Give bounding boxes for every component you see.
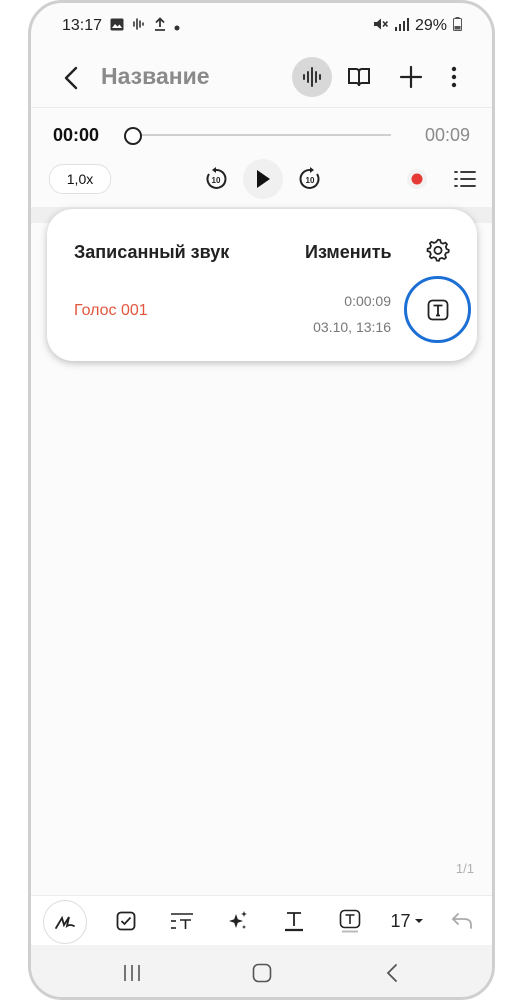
status-bar: 13:17 29% [31,3,492,51]
recording-duration: 0:00:09 [344,293,391,309]
home-button[interactable] [247,960,277,986]
note-title[interactable]: Название [101,63,210,90]
plus-icon [399,65,423,89]
status-right: 29% [373,17,462,35]
playback-speed-button[interactable]: 1,0x [49,164,111,194]
mute-icon [373,17,389,35]
editor-toolbar: 17 [31,895,492,946]
gallery-notification-icon [110,18,124,35]
status-left: 13:17 [62,17,180,35]
signal-icon [394,17,409,35]
voice-notification-icon [132,17,146,35]
more-notifications-dot-icon [174,18,180,35]
battery-percent: 29% [414,17,447,34]
font-size-value: 17 [390,910,411,931]
recents-icon [124,965,140,981]
rewind-seconds: 10 [212,176,221,185]
edit-button[interactable]: Изменить [305,242,392,263]
recent-apps-button[interactable] [117,960,147,986]
text-style-icon [171,913,193,929]
ai-assist-button[interactable] [217,900,259,942]
current-time: 00:00 [53,125,100,145]
forward-10-icon: 10 [299,167,320,189]
book-icon [348,68,370,87]
play-button[interactable] [243,159,283,199]
battery-icon [453,17,462,35]
chevron-down-icon [414,919,423,923]
pen-mode-button[interactable] [43,900,87,944]
progress-track[interactable] [127,134,391,136]
system-nav-bar [31,945,492,997]
popup-title: Записанный звук [74,242,230,262]
recording-date: 03.10, 13:16 [313,319,391,335]
audio-player: 00:00 00:09 1,0x 10 10 [31,109,492,205]
settings-button[interactable] [425,237,455,267]
add-button[interactable] [391,57,431,97]
status-time: 13:17 [62,17,103,34]
record-icon [407,169,427,189]
handwriting-icon [55,915,75,929]
text-underline-icon [285,912,303,932]
recordings-list-button[interactable] [445,159,485,199]
undo-icon [451,913,472,929]
rewind-10-icon: 10 [206,167,227,189]
forward-seconds: 10 [306,176,315,185]
record-button[interactable] [397,159,437,199]
checkbox-icon [116,911,136,931]
gear-icon [426,238,450,262]
sparkles-icon [229,911,247,929]
transcript-text-icon [427,299,448,320]
checklist-button[interactable] [105,900,147,942]
undo-button[interactable] [441,900,483,942]
upload-notification-icon [154,17,166,35]
playback-speed-label: 1,0x [66,171,94,187]
page-counter: 1/1 [455,861,474,876]
list-icon [454,171,476,187]
voice-recording-button[interactable] [292,57,332,97]
recording-name[interactable]: Голос 001 [74,302,148,320]
phone-frame: 13:17 29% Название 00:00 00:09 1,0x 10 1… [28,0,495,1000]
more-options-button[interactable] [434,57,474,97]
text-box-button[interactable] [329,900,371,942]
waveform-icon [303,67,321,87]
appbar-divider [31,107,492,108]
back-chevron-icon [386,964,397,982]
rewind-button[interactable]: 10 [196,159,236,199]
forward-button[interactable]: 10 [290,159,330,199]
total-time: 00:09 [424,125,470,145]
text-style-button[interactable] [161,900,203,942]
progress-thumb[interactable] [124,127,142,145]
more-vertical-icon [451,66,457,88]
system-back-button[interactable] [377,960,407,986]
app-bar: Название [31,51,492,105]
recorded-audio-popup: Записанный звук Изменить Голос 001 0:00:… [47,209,477,361]
reading-mode-button[interactable] [339,57,379,97]
back-arrow-icon [64,66,78,90]
transcribe-button[interactable] [404,276,471,343]
home-icon [252,963,272,983]
back-button[interactable] [57,63,87,93]
text-format-button[interactable] [273,900,315,942]
play-icon [257,170,270,188]
font-size-dropdown[interactable]: 17 [384,900,430,942]
text-box-icon [339,909,361,933]
